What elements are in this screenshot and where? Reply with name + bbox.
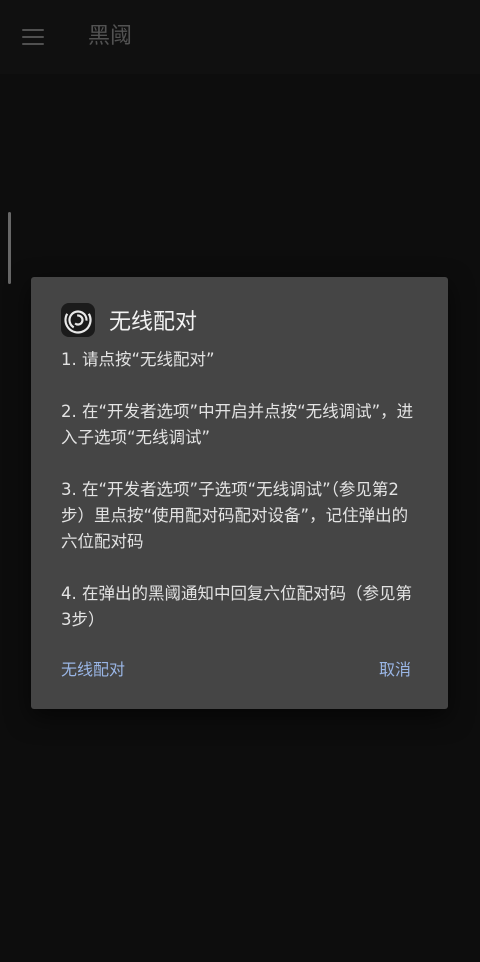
swirl-app-icon [61,303,95,337]
wireless-pairing-dialog: 无线配对 1. 请点按“无线配对” 2. 在“开发者选项”中开启并点按“无线调试… [31,277,448,709]
wireless-pair-button[interactable]: 无线配对 [61,655,125,685]
step-1-text: 1. 请点按“无线配对” [61,350,215,369]
dialog-title: 无线配对 [109,310,198,335]
cancel-button[interactable]: 取消 [379,655,411,685]
dialog-actions: 无线配对 取消 [31,655,448,685]
step-4-text: 4. 在弹出的黑阈通知中回复六位配对码（参见第3步） [61,584,412,629]
dialog-header: 无线配对 [61,301,197,339]
dialog-body: 1. 请点按“无线配对” 2. 在“开发者选项”中开启并点按“无线调试”，进入子… [61,347,421,633]
step-2-text: 2. 在“开发者选项”中开启并点按“无线调试”，进入子选项“无线调试” [61,402,414,447]
step-3-text: 3. 在“开发者选项”子选项“无线调试”（参见第2步）里点按“使用配对码配对设备… [61,480,409,551]
